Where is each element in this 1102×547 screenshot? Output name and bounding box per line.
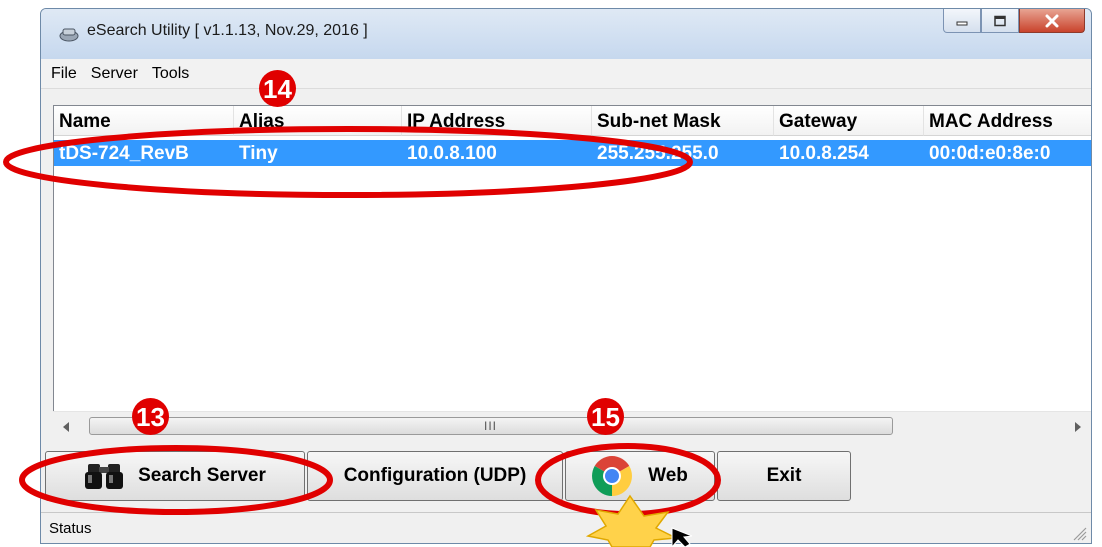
cell-alias: Tiny — [239, 143, 278, 164]
menu-tools[interactable]: Tools — [152, 65, 189, 83]
scroll-right-arrow-icon[interactable] — [1075, 422, 1081, 432]
cell-mac-address: 00:0d:e0:8e:0 — [929, 143, 1051, 164]
app-window: eSearch Utility [ v1.1.13, Nov.29, 2016 … — [40, 8, 1092, 544]
window-controls — [943, 9, 1085, 35]
maximize-button[interactable] — [981, 9, 1019, 33]
column-header-ip-address[interactable]: IP Address — [402, 106, 592, 136]
scroll-left-arrow-icon[interactable] — [63, 422, 69, 432]
horizontal-scrollbar[interactable]: III — [53, 411, 1091, 441]
title-bar[interactable]: eSearch Utility [ v1.1.13, Nov.29, 2016 … — [41, 9, 1091, 59]
column-header-row: Name Alias IP Address Sub-net Mask Gatew… — [54, 106, 1091, 136]
status-text: Status — [49, 520, 92, 537]
app-icon — [59, 28, 79, 42]
cell-subnet-mask: 255.255.255.0 — [597, 143, 719, 164]
column-header-alias[interactable]: Alias — [234, 106, 402, 136]
server-list[interactable]: Name Alias IP Address Sub-net Mask Gatew… — [53, 105, 1091, 441]
step-badge-13: 13 — [132, 398, 169, 435]
cell-name: tDS-724_RevB — [59, 143, 189, 164]
close-button[interactable] — [1019, 9, 1085, 33]
column-header-subnet-mask[interactable]: Sub-net Mask — [592, 106, 774, 136]
search-server-button[interactable]: Search Server — [45, 451, 305, 501]
exit-label: Exit — [766, 465, 802, 486]
maximize-icon — [994, 15, 1006, 26]
column-header-mac-address[interactable]: MAC Address — [924, 106, 1091, 136]
chrome-icon — [592, 456, 633, 496]
column-header-name[interactable]: Name — [54, 106, 234, 136]
exit-button[interactable]: Exit — [717, 451, 851, 501]
table-row[interactable]: tDS-724_RevB Tiny 10.0.8.100 255.255.255… — [54, 140, 1091, 166]
window-title: eSearch Utility [ v1.1.13, Nov.29, 2016 … — [87, 22, 368, 39]
resize-grip-icon[interactable] — [1071, 525, 1087, 541]
cell-ip-address: 10.0.8.100 — [407, 143, 497, 164]
configuration-udp-button[interactable]: Configuration (UDP) — [307, 451, 563, 501]
scrollbar-thumb[interactable]: III — [89, 417, 893, 435]
web-button[interactable]: Web — [565, 451, 715, 501]
column-header-gateway[interactable]: Gateway — [774, 106, 924, 136]
menu-file[interactable]: File — [51, 65, 77, 83]
configuration-label: Configuration (UDP) — [343, 465, 527, 486]
web-label: Web — [648, 465, 688, 486]
scrollbar-grip: III — [484, 419, 498, 433]
minimize-button[interactable] — [943, 9, 981, 33]
menu-bar: File Server Tools — [41, 59, 1091, 89]
minimize-icon — [956, 21, 968, 25]
close-icon — [1045, 14, 1059, 27]
search-server-label: Search Server — [138, 465, 266, 486]
status-bar: Status — [41, 512, 1091, 543]
binoculars-icon — [85, 464, 124, 489]
step-badge-14: 14 — [259, 70, 296, 107]
menu-server[interactable]: Server — [91, 65, 138, 83]
cell-gateway: 10.0.8.254 — [779, 143, 869, 164]
step-badge-15: 15 — [587, 398, 624, 435]
